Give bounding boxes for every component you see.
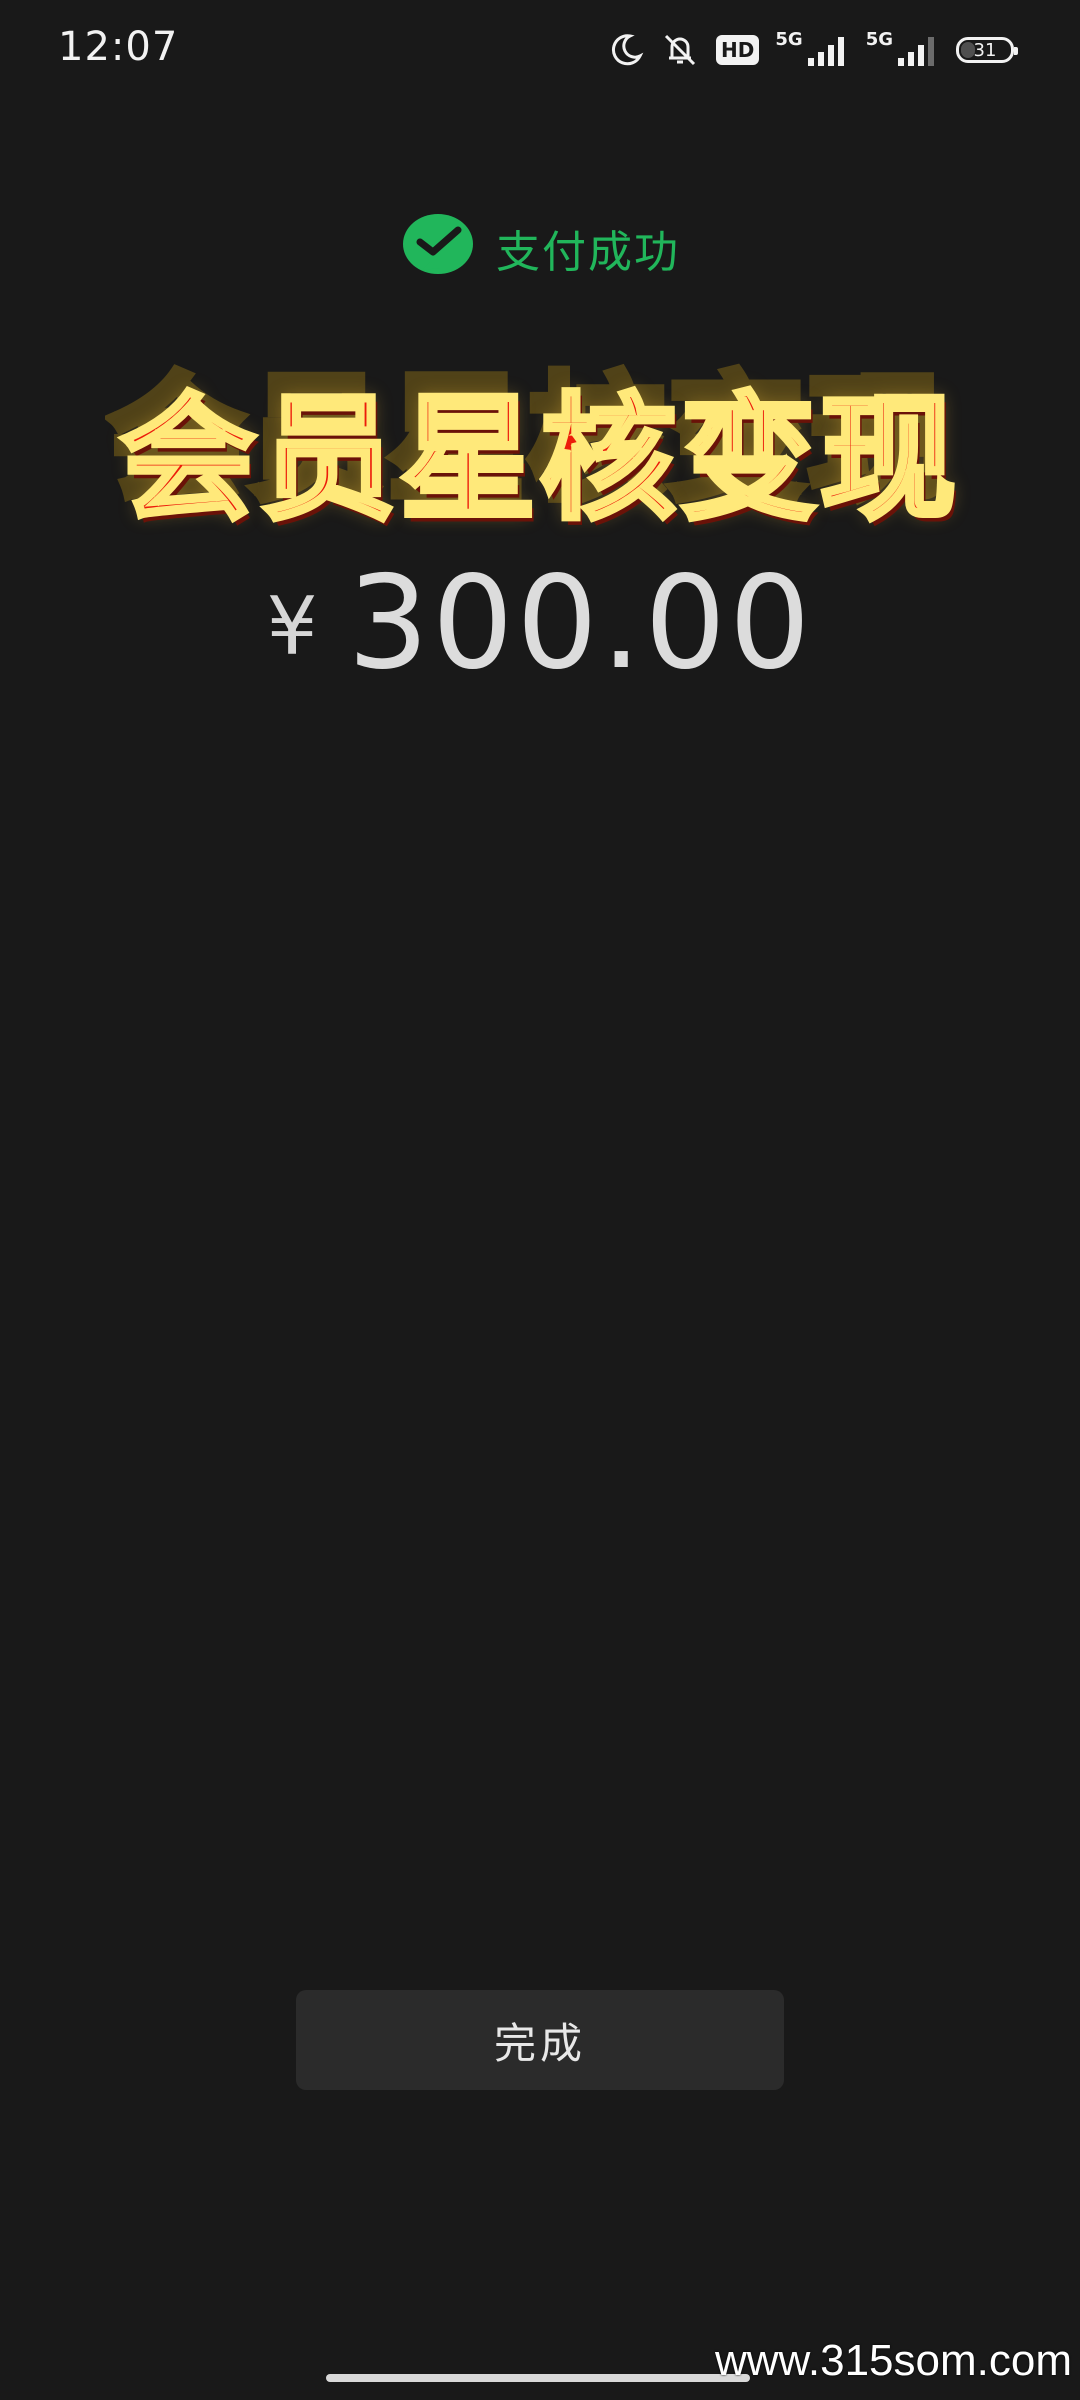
- payment-amount: ¥ 300.00: [0, 560, 1080, 688]
- network-type-label: 5G: [865, 29, 893, 50]
- watermark-text: www.315som.com: [714, 2336, 1072, 2385]
- signal-5g-icon: 5G: [865, 29, 940, 68]
- status-time: 12:07: [58, 24, 179, 70]
- hd-icon: HD: [716, 35, 760, 65]
- payment-status-text: 支付成功: [496, 227, 680, 278]
- mute-icon: [664, 34, 696, 66]
- currency-symbol: ¥: [266, 580, 318, 673]
- battery-level: 31: [973, 39, 997, 61]
- done-button[interactable]: 完成: [296, 1990, 784, 2090]
- home-indicator[interactable]: [326, 2374, 750, 2382]
- battery-icon: 31: [956, 37, 1018, 63]
- signal-5g-icon: 5G: [775, 29, 849, 68]
- status-icons: HD 5G 5G 31: [608, 26, 1018, 74]
- moon-icon: [612, 34, 644, 66]
- network-type-label: 5G: [775, 29, 803, 50]
- wechat-pay-icon: [403, 214, 473, 274]
- status-bar: 12:07 HD 5G 5G 31: [0, 0, 1080, 110]
- payment-header: 支付成功: [0, 210, 1080, 286]
- overlay-banner-text: 会员星核变现: [118, 381, 960, 539]
- amount-value: 300.00: [347, 549, 814, 698]
